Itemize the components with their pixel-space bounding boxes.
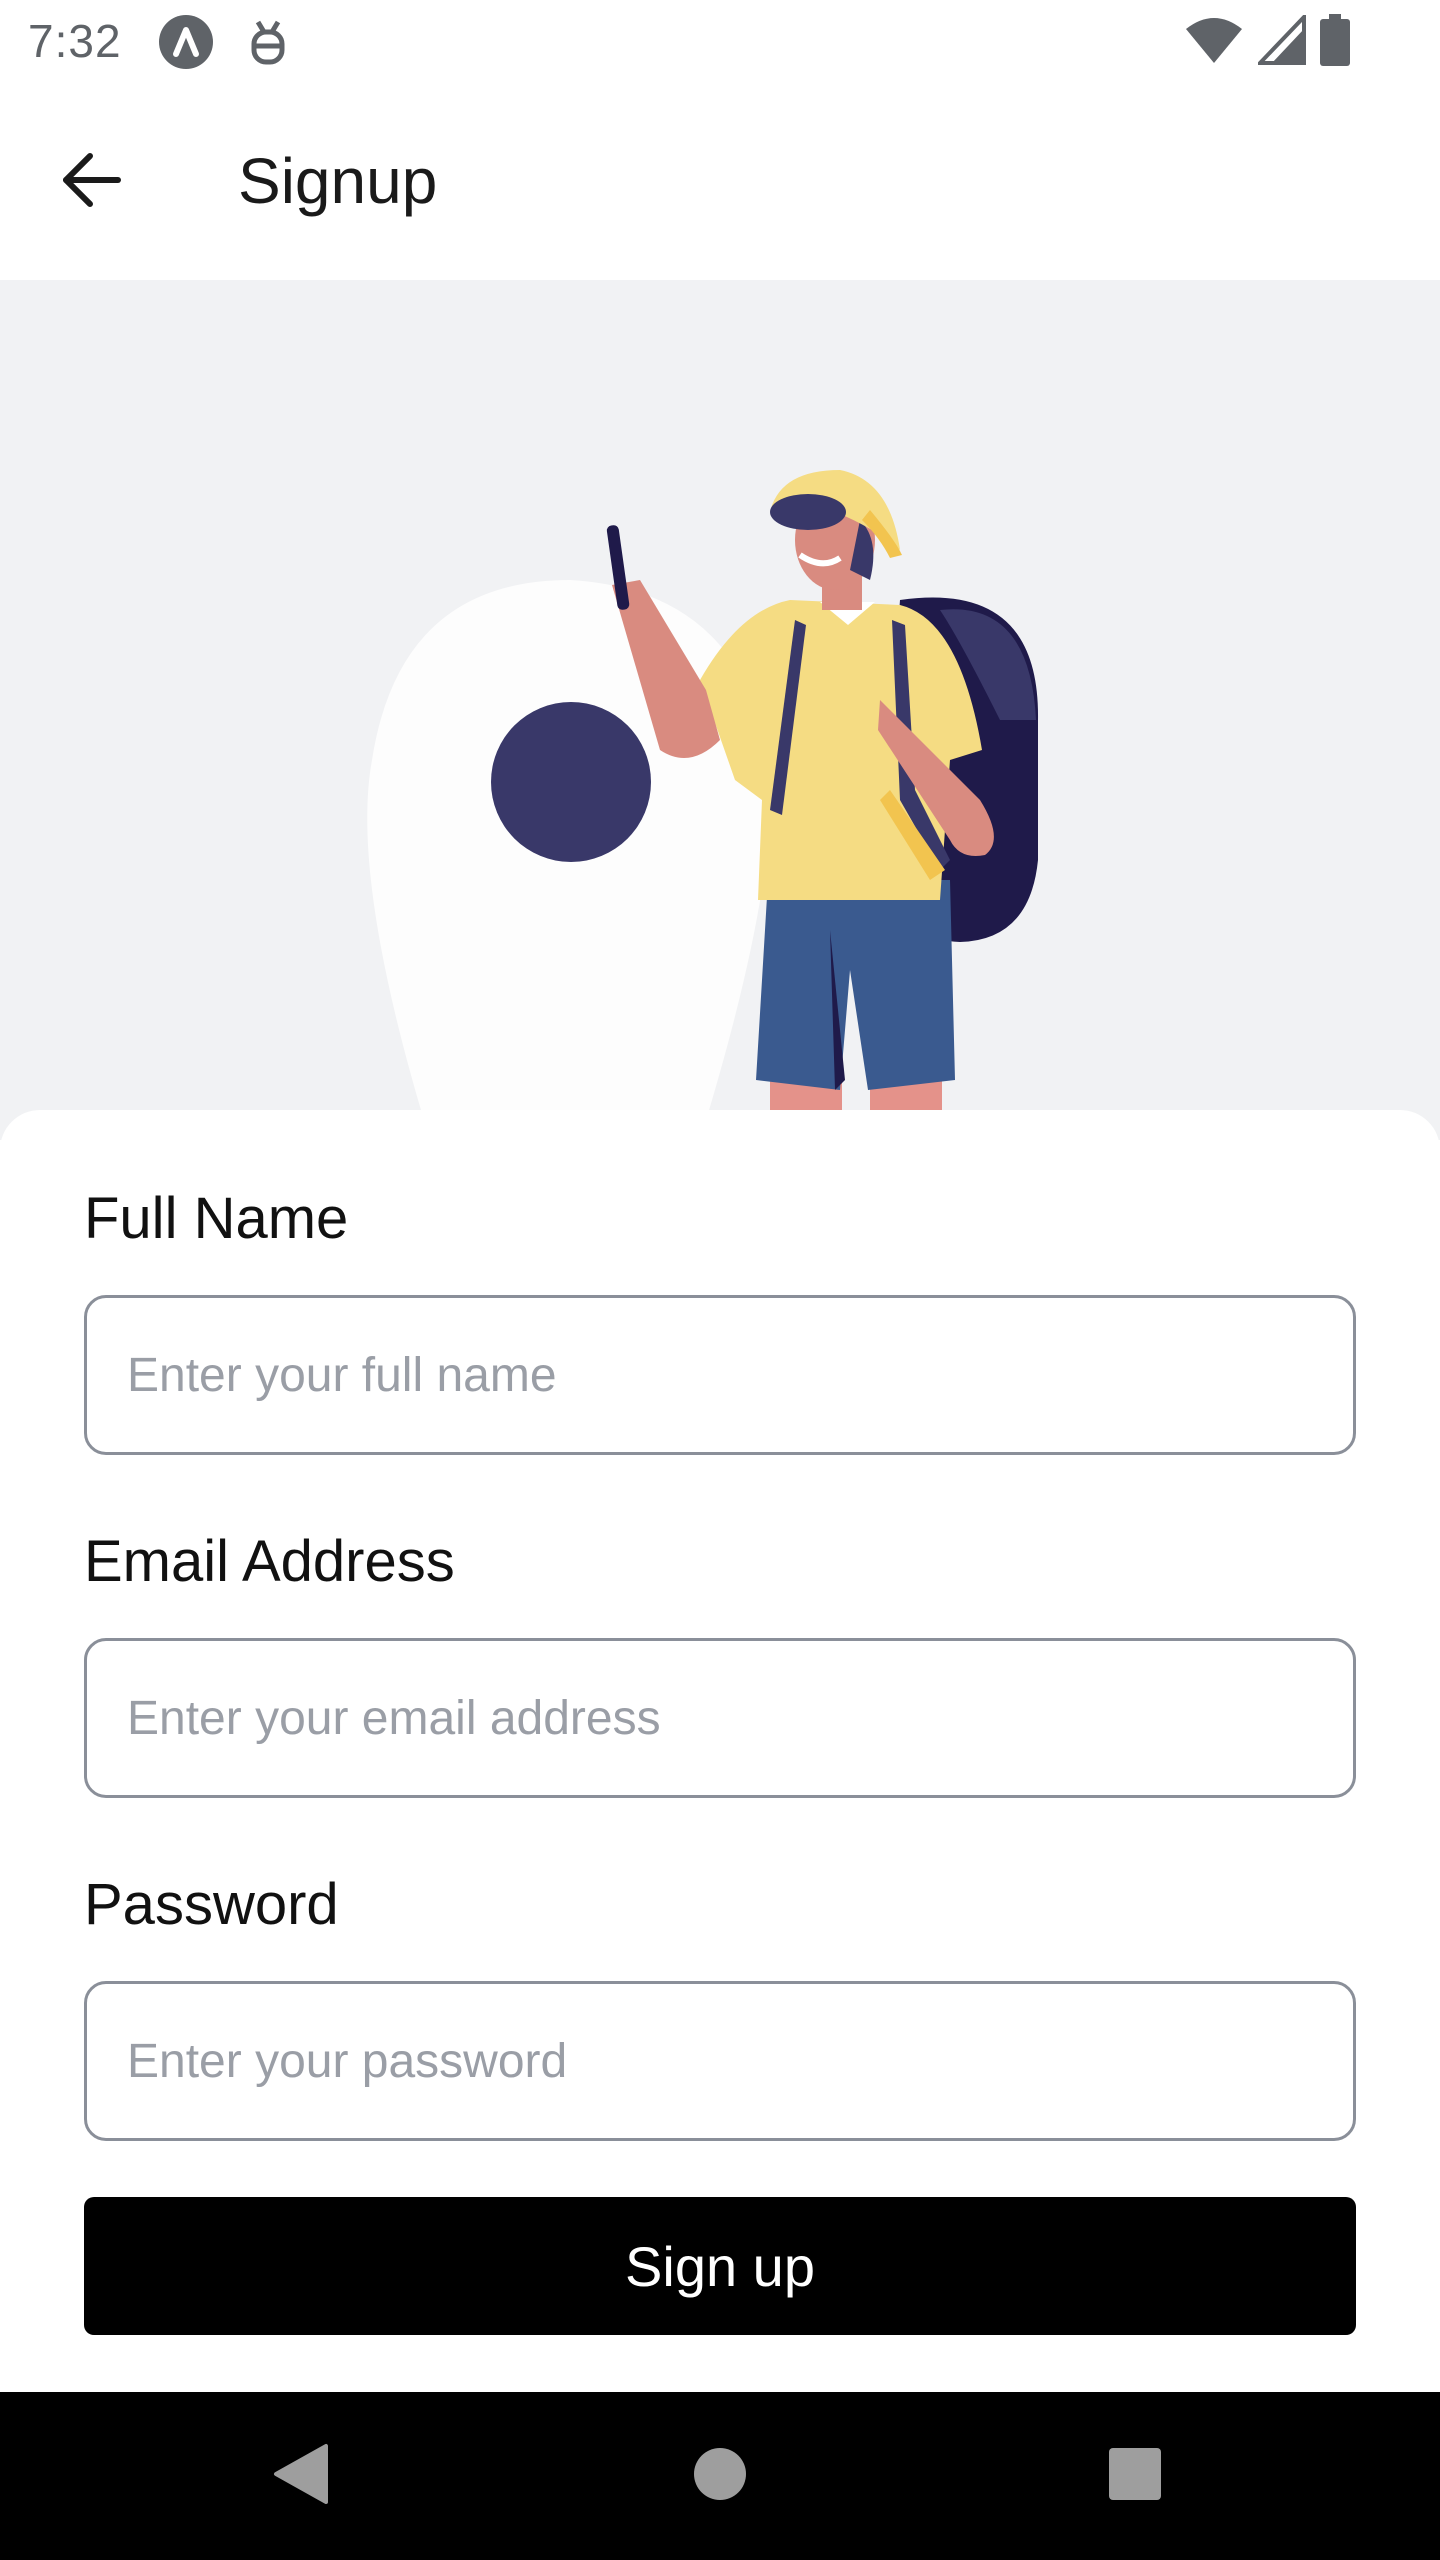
hero-illustration [0,280,1440,1140]
password-label: Password [84,1872,339,1937]
pin-dot [491,702,651,862]
nav-home-button[interactable] [670,2426,770,2526]
bug-icon [240,14,296,70]
battery-icon [1320,13,1350,71]
email-label: Email Address [84,1529,455,1594]
back-button[interactable] [44,134,140,230]
wifi-icon [1184,15,1244,70]
password-input[interactable] [84,1981,1356,2141]
back-triangle-icon [270,2442,330,2511]
signal-icon [1255,11,1306,70]
app-a-icon [158,14,214,70]
app-bar: Signup [0,84,1440,280]
full-name-label: Full Name [84,1186,349,1251]
system-nav-bar [0,2392,1440,2560]
arrow-left-icon [60,148,124,217]
page-title: Signup [238,145,438,217]
shorts [756,880,955,1090]
signup-form: Full Name Email Address Password Sign up [0,1110,1440,2392]
recents-square-icon [1108,2447,1162,2506]
email-input[interactable] [84,1638,1356,1798]
nav-back-button[interactable] [250,2426,350,2526]
signup-button[interactable]: Sign up [84,2197,1356,2335]
status-time: 7:32 [28,15,122,67]
home-circle-icon [692,2446,748,2507]
status-bar: 7:32 [0,0,1440,84]
nav-recents-button[interactable] [1085,2426,1185,2526]
full-name-input[interactable] [84,1295,1356,1455]
